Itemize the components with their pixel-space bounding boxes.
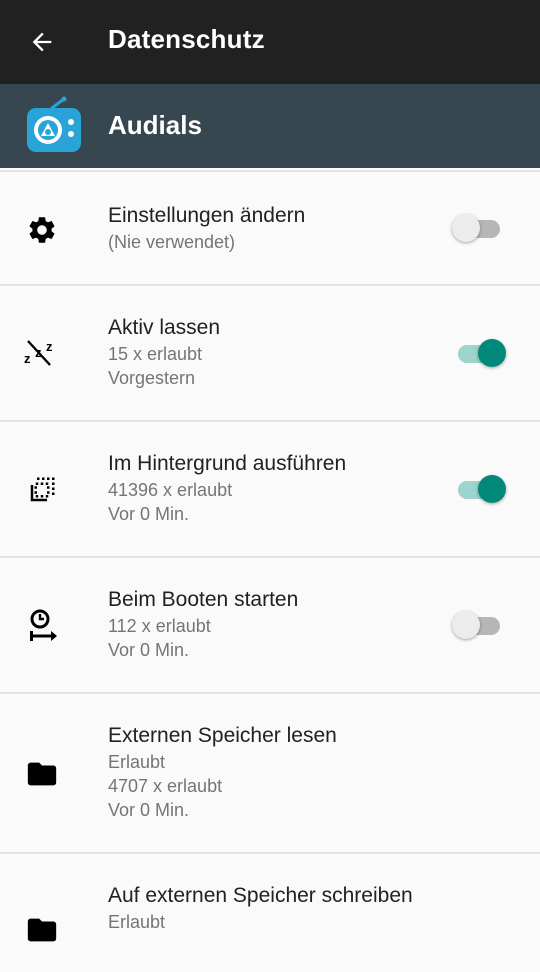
permission-detail: 15 x erlaubt [108,344,203,364]
permission-toggle[interactable] [458,475,506,503]
permission-label: Aktiv lassen [108,316,221,339]
permission-row-write-storage[interactable]: Auf externen Speicher schreiben Erlaubt [0,852,540,972]
permission-row-read-storage[interactable]: Externen Speicher lesen Erlaubt 4707 x e… [0,692,540,852]
svg-text:z: z [46,339,53,354]
app-header: Audials [0,84,540,168]
permission-label: Externen Speicher lesen [108,724,337,747]
permission-detail: (Nie verwendet) [108,232,236,252]
folder-icon [24,756,60,792]
permission-last-used: Vor 0 Min. [108,504,190,524]
app-name: Audials [108,110,202,140]
permission-last-used: Vor 0 Min. [108,640,190,660]
permission-label: Einstellungen ändern [108,204,306,227]
folder-icon [24,912,60,948]
permission-toggle[interactable] [452,214,500,242]
permission-label: Auf externen Speicher schreiben [108,884,413,907]
permission-toggle[interactable] [458,339,506,367]
audials-radio-icon [27,96,81,152]
permission-last-used: Vorgestern [108,368,196,388]
permission-list: Einstellungen ändern (Nie verwendet) z z… [0,168,540,972]
permission-row-settings[interactable]: Einstellungen ändern (Nie verwendet) [0,170,540,284]
page-title: Datenschutz [108,24,265,54]
permission-detail: 41396 x erlaubt [108,480,233,500]
permission-status: Erlaubt [108,912,166,932]
permission-label: Im Hintergrund ausführen [108,452,347,475]
permission-detail: 4707 x erlaubt [108,776,223,796]
permission-row-run-background[interactable]: Im Hintergrund ausführen 41396 x erlaubt… [0,420,540,556]
permission-last-used: Vor 0 Min. [108,800,190,820]
arrow-back-icon [32,32,52,52]
back-button[interactable] [22,22,62,62]
background-run-icon [24,472,60,508]
svg-text:z: z [24,351,31,366]
boot-clock-icon [24,608,60,644]
sleep-zzz-icon: z z z [24,334,60,370]
top-toolbar: Datenschutz [0,0,540,84]
permission-row-boot-start[interactable]: Beim Booten starten 112 x erlaubt Vor 0 … [0,556,540,692]
gear-icon [24,212,60,248]
permission-status: Erlaubt [108,752,166,772]
permission-toggle[interactable] [452,611,500,639]
permission-label: Beim Booten starten [108,588,299,611]
permission-detail: 112 x erlaubt [108,616,211,636]
permission-row-keep-awake[interactable]: z z z Aktiv lassen 15 x erlaubt Vorgeste… [0,284,540,420]
